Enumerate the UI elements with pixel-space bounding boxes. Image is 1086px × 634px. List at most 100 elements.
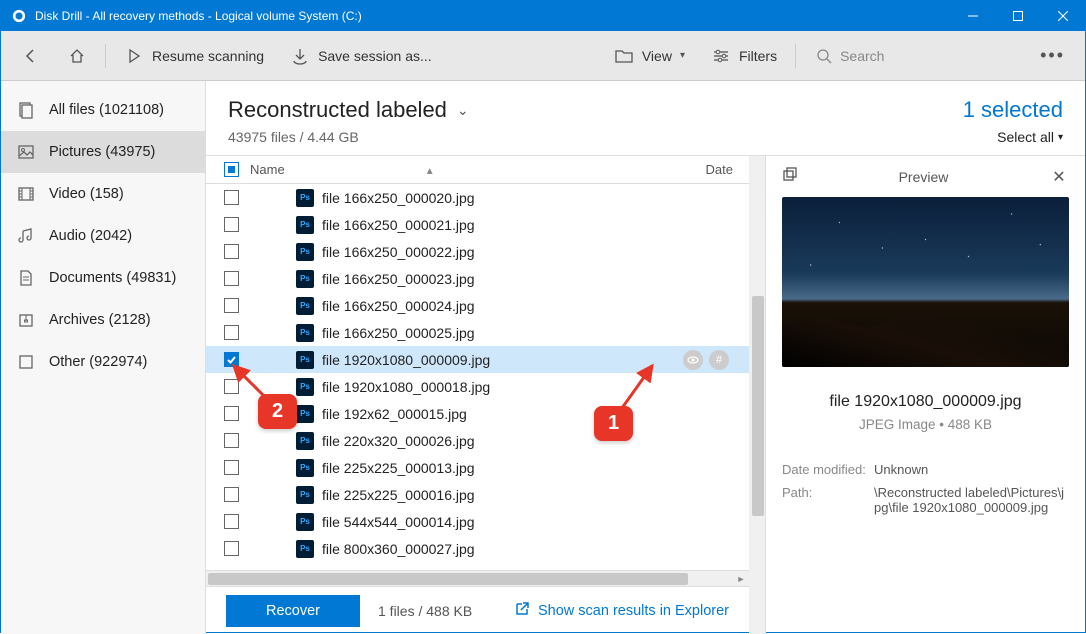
row-checkbox[interactable] <box>224 271 239 286</box>
search-placeholder: Search <box>840 48 884 64</box>
callout-arrow-1 <box>618 360 660 412</box>
search-input[interactable]: Search <box>804 42 1024 70</box>
content-title[interactable]: Reconstructed labeled ⌄ <box>228 97 963 123</box>
sidebar-item-all-files[interactable]: All files (1021108) <box>1 89 205 131</box>
path-label: Path: <box>782 485 874 515</box>
file-name: file 166x250_000020.jpg <box>322 190 739 206</box>
show-in-explorer-link[interactable]: Show scan results in Explorer <box>514 601 729 621</box>
chevron-down-icon: ▾ <box>1058 132 1063 143</box>
view-button[interactable]: View ▾ <box>604 40 695 72</box>
file-name: file 225x225_000013.jpg <box>322 460 739 476</box>
row-checkbox[interactable] <box>224 406 239 421</box>
row-checkbox[interactable] <box>224 244 239 259</box>
select-all-button[interactable]: Select all▾ <box>963 129 1063 145</box>
toolbar: Resume scanning Save session as... View … <box>1 31 1085 81</box>
file-name: file 225x225_000016.jpg <box>322 487 739 503</box>
hscroll-thumb[interactable] <box>208 573 688 585</box>
external-link-icon <box>514 601 530 621</box>
preview-close-button[interactable]: ✕ <box>1049 167 1069 187</box>
hex-view-button[interactable]: # <box>709 350 729 370</box>
sidebar-item-audio[interactable]: Audio (2042) <box>1 215 205 257</box>
sidebar-item-documents[interactable]: Documents (49831) <box>1 257 205 299</box>
scroll-right-arrow[interactable]: ► <box>733 571 749 587</box>
file-row[interactable]: Ps file 225x225_000016.jpg <box>206 481 749 508</box>
sidebar-label: Pictures (43975) <box>49 144 155 160</box>
resume-scanning-button[interactable]: Resume scanning <box>114 40 274 72</box>
footer: Recover 1 files / 488 KB Show scan resul… <box>206 586 749 634</box>
preview-image <box>782 197 1069 367</box>
download-icon <box>290 46 310 66</box>
row-checkbox[interactable] <box>224 487 239 502</box>
file-name: file 544x544_000014.jpg <box>322 514 739 530</box>
sidebar-item-archives[interactable]: Archives (2128) <box>1 299 205 341</box>
row-checkbox[interactable] <box>224 217 239 232</box>
footer-info: 1 files / 488 KB <box>378 603 472 619</box>
close-button[interactable] <box>1040 1 1085 31</box>
preview-eye-button[interactable] <box>683 350 703 370</box>
sidebar-label: Archives (2128) <box>49 312 151 328</box>
row-checkbox[interactable] <box>224 460 239 475</box>
row-checkbox[interactable] <box>224 190 239 205</box>
home-button[interactable] <box>57 40 97 72</box>
vertical-scrollbar[interactable] <box>749 156 765 634</box>
file-row[interactable]: Ps file 220x320_000026.jpg <box>206 427 749 454</box>
file-name: file 166x250_000023.jpg <box>322 271 739 287</box>
documents-icon <box>17 269 35 287</box>
file-row[interactable]: Psfile 166x250_000025.jpg <box>206 319 749 346</box>
file-row[interactable]: Ps file 166x250_000023.jpg <box>206 265 749 292</box>
header-checkbox[interactable] <box>224 162 239 177</box>
file-row[interactable]: Psfile 225x225_000013.jpg <box>206 454 749 481</box>
row-checkbox[interactable] <box>224 433 239 448</box>
file-row[interactable]: Psfile 166x250_000021.jpg <box>206 211 749 238</box>
recover-button[interactable]: Recover <box>226 595 360 627</box>
photoshop-file-icon: Ps <box>296 270 314 288</box>
archives-icon <box>17 311 35 329</box>
minimize-button[interactable] <box>950 1 995 31</box>
chevron-down-icon: ▾ <box>680 50 685 61</box>
column-date[interactable]: Date <box>699 162 739 177</box>
photoshop-file-icon: Ps <box>296 378 314 396</box>
horizontal-scrollbar[interactable]: ◄ ► <box>206 570 749 586</box>
row-checkbox[interactable] <box>224 514 239 529</box>
file-name: file 166x250_000024.jpg <box>322 298 739 314</box>
vscroll-thumb[interactable] <box>752 296 764 516</box>
titlebar: Disk Drill - All recovery methods - Logi… <box>1 1 1085 31</box>
sidebar-item-pictures[interactable]: Pictures (43975) <box>1 131 205 173</box>
chevron-down-icon: ⌄ <box>457 102 469 119</box>
row-checkbox[interactable] <box>224 325 239 340</box>
file-name: file 1920x1080_000018.jpg <box>322 379 739 395</box>
file-row[interactable]: Psfile 544x544_000014.jpg <box>206 508 749 535</box>
row-checkbox[interactable] <box>224 541 239 556</box>
sidebar-label: Video (158) <box>49 186 124 202</box>
photoshop-file-icon: Ps <box>296 297 314 315</box>
photoshop-file-icon: Ps <box>296 216 314 234</box>
more-options-button[interactable]: ••• <box>1030 39 1075 72</box>
filters-button[interactable]: Filters <box>701 40 787 72</box>
sidebar-item-other[interactable]: Other (922974) <box>1 341 205 383</box>
popout-button[interactable] <box>782 166 798 187</box>
photoshop-file-icon: Ps <box>296 324 314 342</box>
save-session-button[interactable]: Save session as... <box>280 40 442 72</box>
preview-title: Preview <box>798 169 1049 185</box>
file-row[interactable]: Psfile 166x250_000020.jpg <box>206 184 749 211</box>
column-name[interactable]: Name▲ <box>246 162 699 177</box>
search-icon <box>814 46 834 66</box>
file-rows[interactable]: 2 1 Psfile 166x250_000020.jpgPsfile 166x… <box>206 184 749 570</box>
maximize-button[interactable] <box>995 1 1040 31</box>
file-name: file 220x320_000026.jpg <box>322 433 739 449</box>
photoshop-file-icon: Ps <box>296 432 314 450</box>
row-checkbox[interactable] <box>224 298 239 313</box>
back-button[interactable] <box>11 40 51 72</box>
file-row[interactable]: Psfile 1920x1080_000009.jpg# <box>206 346 749 373</box>
date-modified-value: Unknown <box>874 462 1069 477</box>
photoshop-file-icon: Ps <box>296 486 314 504</box>
sidebar-label: Audio (2042) <box>49 228 132 244</box>
audio-icon <box>17 227 35 245</box>
file-row[interactable]: Psfile 800x360_000027.jpg <box>206 535 749 562</box>
file-row[interactable]: Ps file 166x250_000024.jpg <box>206 292 749 319</box>
photoshop-file-icon: Ps <box>296 351 314 369</box>
selected-count: 1 selected <box>963 97 1063 123</box>
sidebar-label: All files (1021108) <box>49 102 164 118</box>
file-row[interactable]: Psfile 166x250_000022.jpg <box>206 238 749 265</box>
sidebar-item-video[interactable]: Video (158) <box>1 173 205 215</box>
